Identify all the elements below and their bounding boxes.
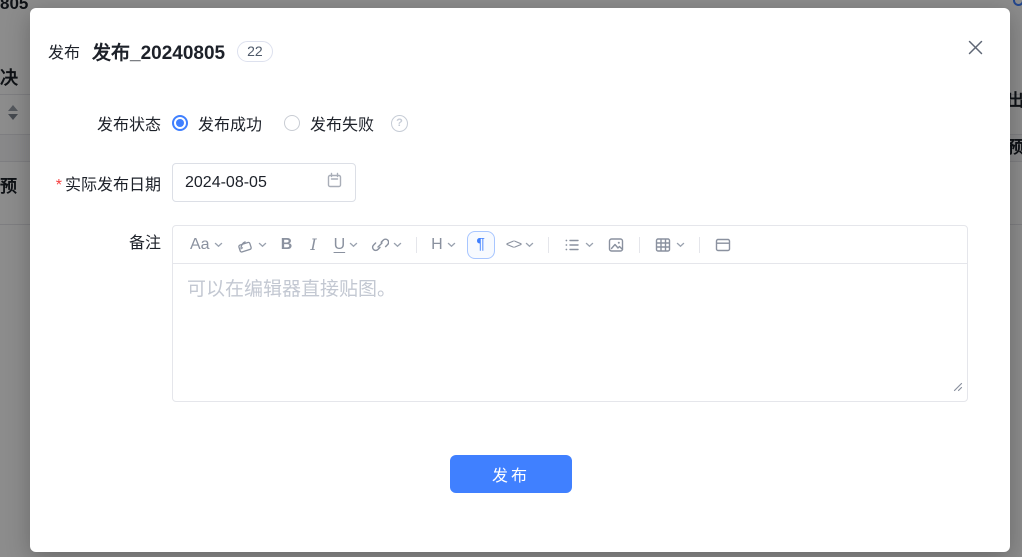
close-icon <box>967 39 984 59</box>
underline-label: U <box>333 235 346 253</box>
chevron-down-icon <box>393 242 402 247</box>
code-label: <> <box>505 236 523 253</box>
radio-publish-fail-label: 发布失败 <box>310 117 375 134</box>
font-style-label: Aa <box>190 235 210 253</box>
editor-toolbar: Aa B I U H ¶ <> <box>173 226 967 264</box>
color-swatch-icon <box>236 236 254 254</box>
table-icon <box>654 236 672 254</box>
rich-text-editor: Aa B I U H ¶ <> 可以在编辑器直接贴图。 <box>172 225 968 402</box>
chevron-down-icon <box>258 242 266 247</box>
radio-publish-success[interactable] <box>172 115 188 131</box>
heading-button[interactable]: H <box>426 232 461 258</box>
modal-header: 发布 发布_20240805 22 <box>48 36 273 66</box>
close-button[interactable] <box>964 38 986 60</box>
heading-label: H <box>431 235 443 253</box>
underline-button[interactable]: U <box>329 232 364 258</box>
editor-content-area[interactable]: 可以在编辑器直接贴图。 <box>173 264 967 402</box>
remark-row: 备注 Aa B I U H ¶ <> 可以在编辑器直接贴图。 <box>30 225 968 402</box>
chevron-down-icon <box>585 242 594 247</box>
panel-layout-button[interactable] <box>709 232 737 258</box>
list-button[interactable] <box>558 232 599 258</box>
chevron-down-icon <box>525 242 534 247</box>
radio-publish-fail[interactable] <box>284 115 301 131</box>
publish-date-row: * 实际发布日期 2024-08-05 <box>30 163 356 202</box>
link-icon <box>371 236 390 254</box>
publish-button[interactable]: 发布 <box>450 455 572 493</box>
list-icon <box>563 236 581 254</box>
toolbar-divider <box>639 236 641 253</box>
editor-placeholder: 可以在编辑器直接贴图。 <box>187 279 397 300</box>
toolbar-divider <box>699 236 701 253</box>
chevron-down-icon <box>214 242 222 247</box>
toolbar-divider <box>548 236 550 253</box>
code-button[interactable]: <> <box>501 232 540 258</box>
panel-layout-icon <box>714 236 732 254</box>
image-button[interactable] <box>602 232 630 258</box>
required-asterisk: * <box>55 176 62 194</box>
italic-button[interactable]: I <box>302 232 326 258</box>
date-input[interactable]: 2024-08-05 <box>172 163 356 202</box>
text-color-button[interactable] <box>231 232 272 258</box>
link-button[interactable] <box>366 232 407 258</box>
publish-status-label: 发布状态 <box>96 117 161 134</box>
chevron-down-icon <box>349 242 358 247</box>
modal-title-prefix: 发布 <box>48 45 81 62</box>
remark-label: 备注 <box>128 235 161 252</box>
paragraph-mark-button[interactable]: ¶ <box>466 230 495 259</box>
count-badge: 22 <box>237 40 273 62</box>
font-style-button[interactable]: Aa <box>185 232 228 258</box>
image-icon <box>607 236 625 254</box>
publish-status-radio-group: 发布成功 发布失败 ? <box>172 111 409 135</box>
radio-publish-success-label: 发布成功 <box>198 117 263 134</box>
table-button[interactable] <box>649 232 690 258</box>
resize-handle[interactable] <box>951 379 963 397</box>
bold-button[interactable]: B <box>275 232 299 258</box>
radio-dot <box>176 119 184 127</box>
date-value: 2024-08-05 <box>185 173 267 191</box>
calendar-icon <box>326 172 343 194</box>
publish-modal: 发布 发布_20240805 22 发布状态 发布成功 发布失败 ? * 实际发布… <box>30 8 1010 552</box>
toolbar-divider <box>416 236 418 253</box>
chevron-down-icon <box>447 242 455 247</box>
publish-date-label: * 实际发布日期 <box>55 176 161 194</box>
modal-title: 发布_20240805 <box>92 42 226 64</box>
help-icon[interactable]: ? <box>391 114 409 132</box>
chevron-down-icon <box>676 242 685 247</box>
publish-status-row: 发布状态 发布成功 发布失败 ? <box>30 111 409 135</box>
